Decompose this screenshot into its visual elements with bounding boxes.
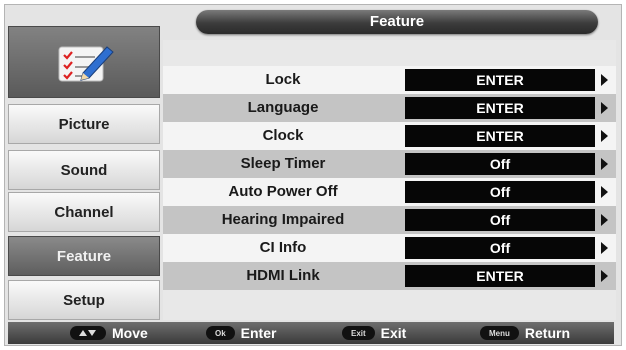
setting-label: CI Info bbox=[259, 239, 307, 256]
setting-label: Hearing Impaired bbox=[221, 211, 345, 228]
menu-item-sound[interactable]: Sound bbox=[8, 150, 160, 190]
setting-row-lock[interactable]: Lock ENTER bbox=[163, 66, 616, 94]
setting-row-auto-power-off[interactable]: Auto Power Off Off bbox=[163, 178, 616, 206]
setting-value[interactable]: ENTER bbox=[405, 125, 595, 147]
setting-label: Clock bbox=[262, 127, 304, 144]
checklist-pencil-icon bbox=[58, 46, 114, 82]
up-down-arrows-icon bbox=[70, 326, 106, 340]
setting-value[interactable]: ENTER bbox=[405, 69, 595, 91]
triangle-right-icon[interactable] bbox=[601, 270, 608, 282]
tv-menu-screen: Feature Picture Sound Channel Feature Se… bbox=[0, 0, 626, 350]
key-hint-bar: Move Ok Enter Exit Exit Menu Return bbox=[8, 322, 614, 344]
sidebar-menu: Picture Sound Channel Feature Setup bbox=[8, 26, 160, 320]
setting-value[interactable]: Off bbox=[405, 153, 595, 175]
setting-row-hdmi-link[interactable]: HDMI Link ENTER bbox=[163, 262, 616, 290]
hint-exit: Exit Exit bbox=[342, 322, 406, 344]
triangle-right-icon[interactable] bbox=[601, 74, 608, 86]
triangle-right-icon[interactable] bbox=[601, 214, 608, 226]
triangle-right-icon[interactable] bbox=[601, 186, 608, 198]
hint-enter-label: Enter bbox=[240, 325, 277, 341]
setting-value[interactable]: Off bbox=[405, 209, 595, 231]
setting-value[interactable]: Off bbox=[405, 237, 595, 259]
hint-return: Menu Return bbox=[480, 322, 570, 344]
menu-item-setup[interactable]: Setup bbox=[8, 280, 160, 320]
setting-value[interactable]: Off bbox=[405, 181, 595, 203]
menu-item-picture[interactable]: Picture bbox=[8, 104, 160, 144]
hint-move-label: Move bbox=[112, 325, 148, 341]
setting-row-sleep-timer[interactable]: Sleep Timer Off bbox=[163, 150, 616, 178]
setting-value[interactable]: ENTER bbox=[405, 97, 595, 119]
hint-return-label: Return bbox=[524, 325, 571, 341]
ok-key-icon: Ok bbox=[206, 326, 235, 340]
setting-row-language[interactable]: Language ENTER bbox=[163, 94, 616, 122]
setting-row-clock[interactable]: Clock ENTER bbox=[163, 122, 616, 150]
title-bar: Feature bbox=[196, 10, 598, 34]
menu-key-icon: Menu bbox=[480, 326, 519, 340]
hint-move: Move bbox=[70, 322, 148, 344]
setting-value[interactable]: ENTER bbox=[405, 265, 595, 287]
triangle-right-icon[interactable] bbox=[601, 130, 608, 142]
setting-label: Language bbox=[247, 99, 319, 116]
triangle-right-icon[interactable] bbox=[601, 158, 608, 170]
menu-item-channel[interactable]: Channel bbox=[8, 192, 160, 232]
setting-label: Lock bbox=[265, 71, 301, 88]
page-title: Feature bbox=[369, 13, 425, 30]
hint-enter: Ok Enter bbox=[206, 322, 276, 344]
menu-item-feature[interactable]: Feature bbox=[8, 236, 160, 276]
settings-panel: Lock ENTER Language ENTER Clock ENTER Sl… bbox=[163, 40, 616, 320]
setting-label: Sleep Timer bbox=[240, 155, 326, 172]
hint-exit-label: Exit bbox=[380, 325, 407, 341]
setting-label: Auto Power Off bbox=[228, 183, 338, 200]
triangle-right-icon[interactable] bbox=[601, 242, 608, 254]
exit-key-icon: Exit bbox=[342, 326, 375, 340]
triangle-right-icon[interactable] bbox=[601, 102, 608, 114]
menu-icon-tile bbox=[8, 26, 160, 98]
setting-row-hearing-impaired[interactable]: Hearing Impaired Off bbox=[163, 206, 616, 234]
setting-label: HDMI Link bbox=[246, 267, 320, 284]
setting-row-ci-info[interactable]: CI Info Off bbox=[163, 234, 616, 262]
